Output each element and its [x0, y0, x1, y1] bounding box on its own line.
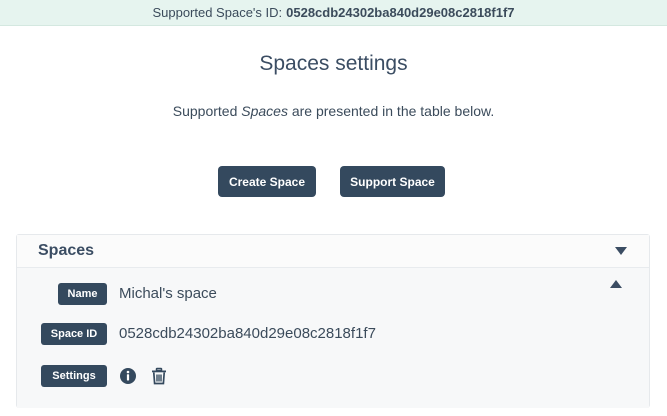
create-space-button[interactable]: Create Space: [218, 166, 316, 197]
space-name-row: Name Michal's space: [17, 283, 651, 307]
space-id-row: Space ID 0528cdb24302ba840d29e08c2818f1f…: [17, 323, 651, 347]
description-emphasis: Spaces: [241, 103, 288, 119]
top-banner: Supported Space's ID: 0528cdb24302ba840d…: [0, 0, 667, 26]
trash-icon[interactable]: [150, 367, 168, 385]
settings-label: Settings: [41, 365, 107, 387]
support-space-button[interactable]: Support Space: [340, 166, 445, 197]
settings-row: Settings: [17, 365, 651, 389]
space-id-label: Space ID: [41, 323, 107, 345]
banner-space-id: 0528cdb24302ba840d29e08c2818f1f7: [286, 5, 515, 20]
description-prefix: Supported: [172, 103, 242, 119]
page-description: Supported Spaces are presented in the ta…: [0, 103, 667, 119]
space-name: Michal's space: [119, 285, 217, 302]
space-item: Name Michal's space Space ID 0528cdb2430…: [17, 268, 649, 408]
info-icon[interactable]: [119, 367, 137, 385]
banner-prefix: Supported Space's ID:: [152, 5, 283, 20]
spaces-panel-title: Spaces: [38, 242, 95, 259]
spaces-panel-header[interactable]: Spaces: [17, 235, 649, 268]
collapse-panel-icon[interactable]: [615, 247, 627, 255]
space-id-value: 0528cdb24302ba840d29e08c2818f1f7: [119, 325, 376, 342]
name-label: Name: [58, 283, 107, 305]
description-suffix: are presented in the table below.: [287, 103, 495, 119]
spaces-panel: Spaces Name Michal's space Space ID 0528…: [16, 234, 650, 408]
page-title: Spaces settings: [259, 52, 408, 75]
